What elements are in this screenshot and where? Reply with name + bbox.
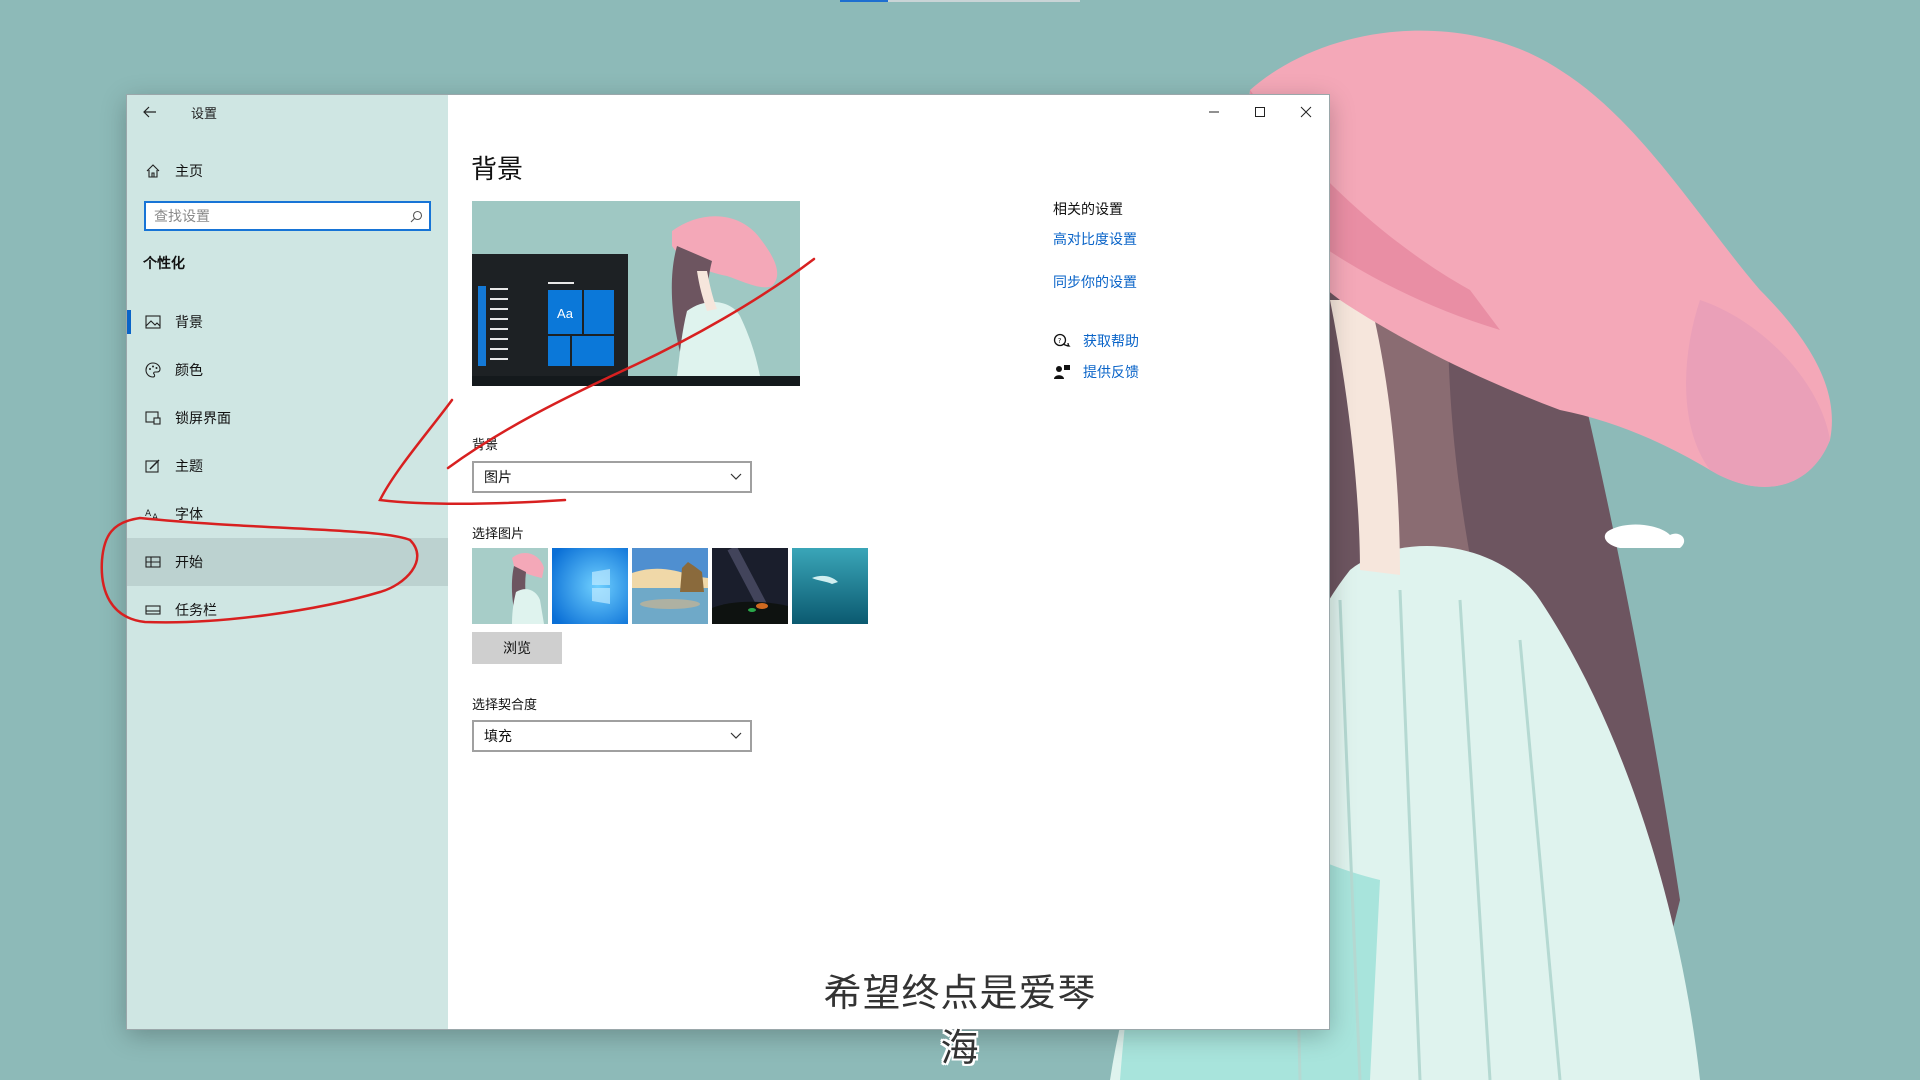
background-preview: Aa [472,201,800,386]
get-help-link: 获取帮助 [1083,333,1139,349]
sidebar-item-start[interactable]: 开始 [127,538,448,586]
preview-app-list-icons [478,286,486,366]
sidebar-item-label: 主题 [175,458,203,474]
preview-tile [584,290,614,334]
dropdown-value: 填充 [484,728,512,744]
app-title: 设置 [191,105,218,121]
palette-icon [143,360,163,380]
recent-pictures [472,548,868,624]
minimize-button[interactable] [1191,95,1237,129]
dropdown-value: 图片 [484,469,512,485]
search-input[interactable] [146,203,403,229]
preview-line [490,328,508,330]
fit-dropdown[interactable]: 填充 [472,720,752,752]
browse-button[interactable]: 浏览 [472,632,562,664]
maximize-icon [1255,107,1265,117]
preview-line [490,288,508,290]
start-icon [143,552,163,572]
choose-picture-label: 选择图片 [472,526,525,541]
titlebar: 设置 [127,95,448,129]
preview-line [490,348,508,350]
sidebar-item-label: 主页 [175,163,203,179]
close-button[interactable] [1283,95,1329,129]
preview-tile [572,336,614,366]
picture-thumbnail[interactable] [472,548,548,624]
preview-line [490,338,508,340]
preview-start-menu: Aa [472,254,628,376]
preview-tile [548,336,570,366]
home-icon [143,161,163,181]
video-subtitle: 希望终点是爱琴海 [823,971,1097,1070]
get-help-row[interactable]: ? 获取帮助 [1053,331,1139,351]
lock-screen-icon [143,408,163,428]
top-strip-accent [840,0,888,2]
sidebar-nav: 背景 颜色 锁屏界面 主题 A A 字体 开始 任务栏 [127,298,448,634]
taskbar-icon [143,600,163,620]
preview-line [490,358,508,360]
back-arrow-icon [143,106,156,118]
high-contrast-link[interactable]: 高对比度设置 [1053,229,1273,249]
back-button[interactable] [127,95,173,129]
page-title: 背景 [471,154,524,184]
close-icon [1300,106,1312,118]
sidebar-item-label: 背景 [175,314,203,330]
sidebar-item-home[interactable]: 主页 [127,153,448,189]
settings-window: 设置 主页 个性化 背景 [127,95,1329,1029]
sidebar-item-fonts[interactable]: AA 字体 [127,490,448,538]
chevron-down-icon [730,473,742,480]
font-icon: AA [143,504,163,524]
feedback-row[interactable]: 提供反馈 [1053,362,1139,382]
window-top-strip [840,0,1080,2]
sidebar-item-lock-screen[interactable]: 锁屏界面 [127,394,448,442]
picture-thumbnail[interactable] [712,548,788,624]
picture-icon [143,312,163,332]
sidebar: 设置 主页 个性化 背景 [127,95,448,1029]
sidebar-item-taskbar[interactable]: 任务栏 [127,586,448,634]
fit-label: 选择契合度 [472,697,538,712]
chevron-down-icon [730,732,742,739]
picture-thumbnail[interactable] [632,548,708,624]
sidebar-item-themes[interactable]: 主题 [127,442,448,490]
picture-thumbnail[interactable] [792,548,868,624]
preview-line [490,308,508,310]
preview-line [490,318,508,320]
svg-text:A: A [145,509,152,519]
sidebar-item-colors[interactable]: 颜色 [127,346,448,394]
svg-text:A: A [152,513,159,521]
preview-line [490,298,508,300]
theme-brush-icon [143,456,163,476]
search-box [144,201,431,231]
window-controls [1191,95,1329,129]
search-icon[interactable] [403,210,429,223]
preview-tile-text: Aa [557,306,573,321]
sidebar-item-background[interactable]: 背景 [127,298,448,346]
sidebar-item-label: 任务栏 [175,602,217,618]
related-settings: 相关的设置 高对比度设置 同步你的设置 [1053,199,1273,292]
svg-text:?: ? [1058,337,1062,345]
help-chat-icon: ? [1053,333,1071,347]
background-label: 背景 [472,437,499,452]
sidebar-item-label: 颜色 [175,362,203,378]
minimize-icon [1209,111,1219,113]
sidebar-item-label: 锁屏界面 [175,410,231,426]
sidebar-item-label: 字体 [175,506,203,522]
feedback-link: 提供反馈 [1083,364,1139,380]
related-settings-heading: 相关的设置 [1053,201,1123,217]
feedback-person-icon [1054,365,1070,379]
sync-settings-link[interactable]: 同步你的设置 [1053,272,1273,292]
background-type-dropdown[interactable]: 图片 [472,461,752,493]
picture-thumbnail[interactable] [552,548,628,624]
preview-line [548,282,574,284]
maximize-button[interactable] [1237,95,1283,129]
section-heading: 个性化 [143,255,185,271]
content-pane: 背景 Aa 背景 图片 选择图片 浏览 选择契合度 填充 相关的设置 高对比度设… [448,95,1329,1029]
sidebar-item-label: 开始 [175,554,203,570]
preview-taskbar [472,376,800,386]
